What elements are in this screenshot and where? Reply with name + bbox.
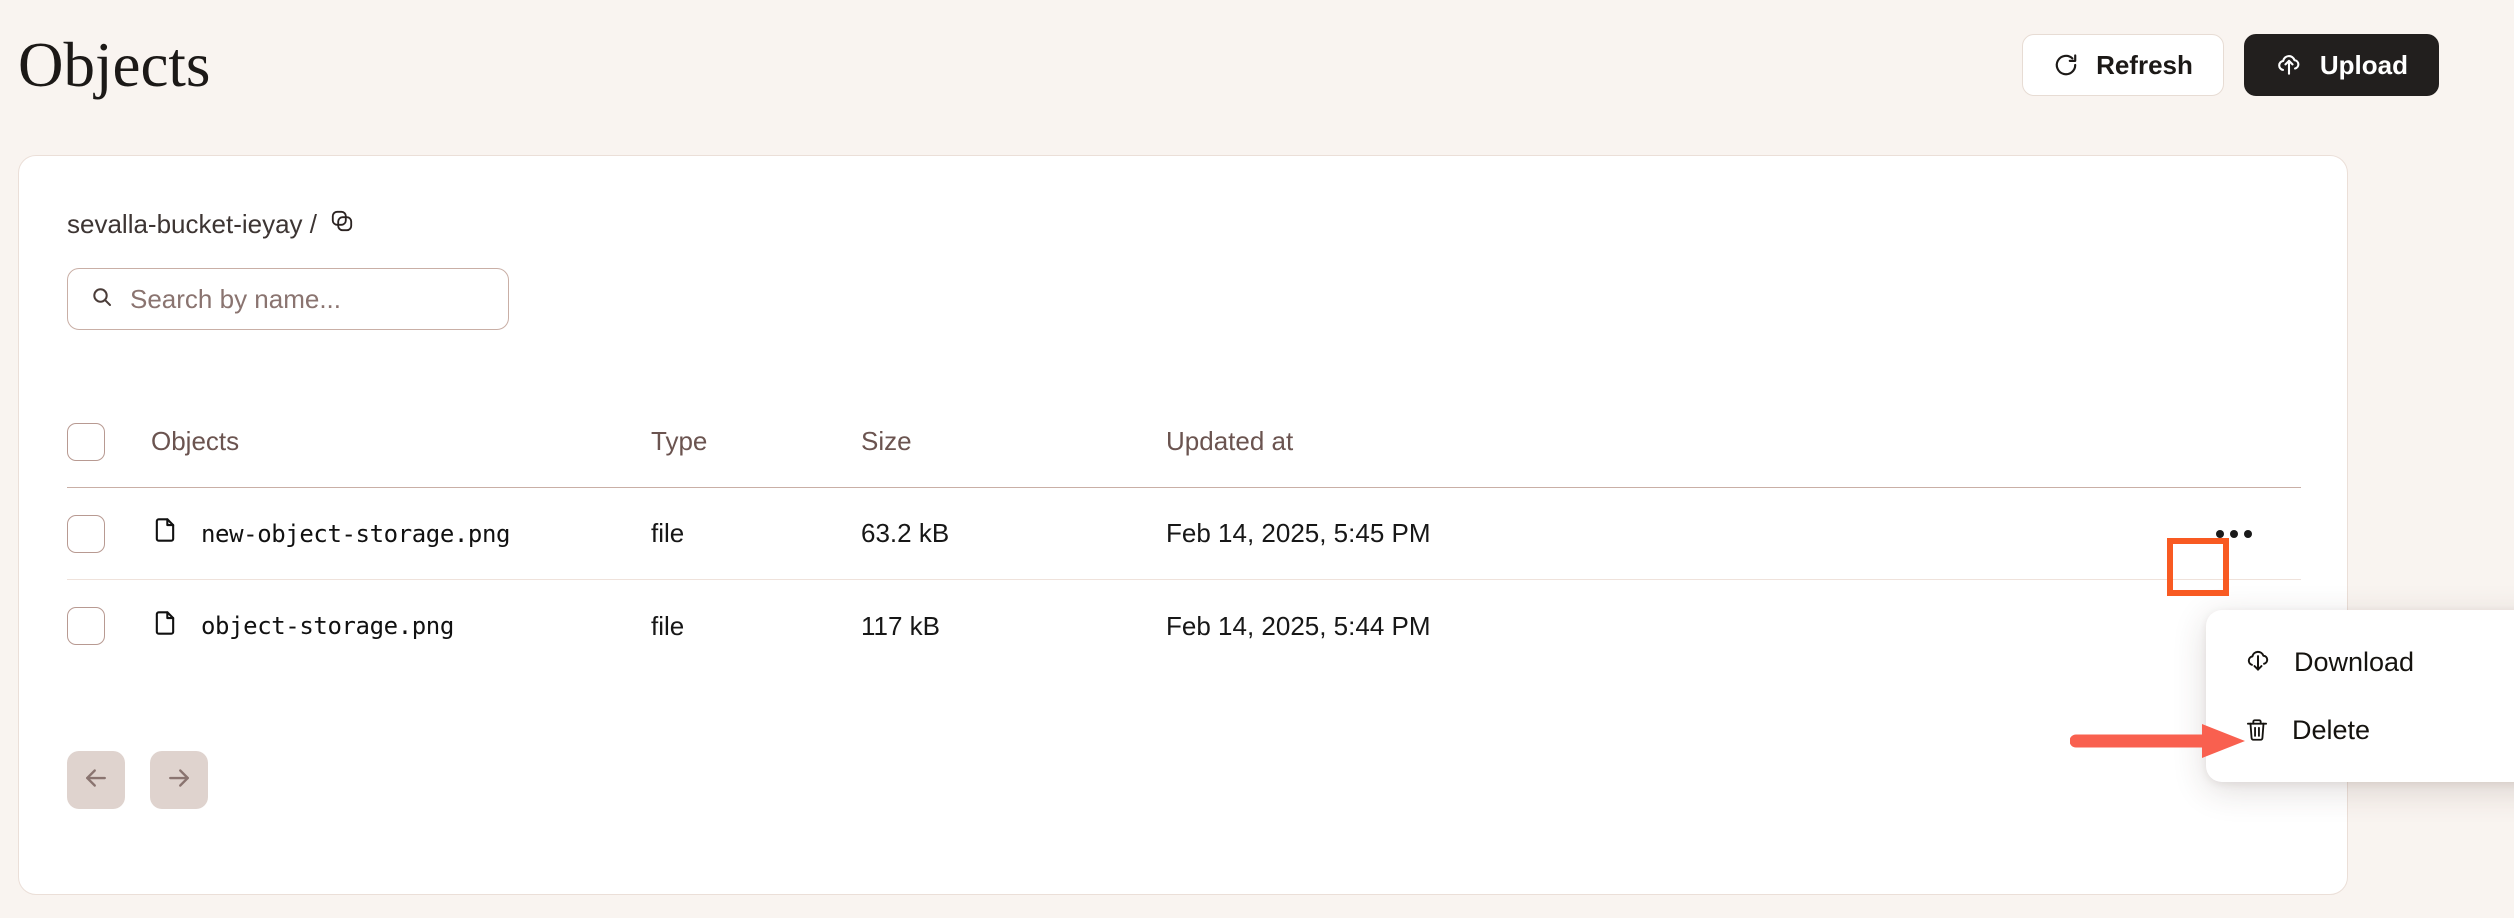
- objects-card: sevalla-bucket-ieyay / Objects Type Size: [18, 155, 2348, 895]
- refresh-icon: [2053, 52, 2079, 78]
- row-checkbox[interactable]: [67, 515, 105, 553]
- row-updated-at: Feb 14, 2025, 5:44 PM: [1166, 611, 2046, 642]
- table-row[interactable]: object-storage.png file 117 kB Feb 14, 2…: [67, 580, 2301, 672]
- breadcrumb: sevalla-bucket-ieyay /: [67, 208, 355, 241]
- kebab-dot: [2230, 530, 2238, 538]
- header-type: Type: [651, 426, 861, 457]
- row-select-cell: [67, 515, 151, 553]
- file-name: new-object-storage.png: [201, 520, 510, 548]
- header-updated-at: Updated at: [1166, 426, 2046, 457]
- objects-table: Objects Type Size Updated at new-object-…: [67, 396, 2301, 672]
- header-size: Size: [861, 426, 1166, 457]
- pagination-next-button[interactable]: [150, 751, 208, 809]
- file-name: object-storage.png: [201, 612, 454, 640]
- arrow-left-icon: [81, 763, 111, 798]
- menu-item-label: Delete: [2292, 715, 2370, 746]
- kebab-dot: [2244, 530, 2252, 538]
- breadcrumb-path: sevalla-bucket-ieyay /: [67, 209, 317, 240]
- search-icon: [90, 285, 114, 314]
- file-icon: [151, 516, 179, 551]
- kebab-dot: [2216, 530, 2224, 538]
- table-row[interactable]: new-object-storage.png file 63.2 kB Feb …: [67, 488, 2301, 580]
- copy-icon[interactable]: [329, 208, 355, 241]
- upload-button[interactable]: Upload: [2244, 34, 2439, 96]
- header-objects: Objects: [151, 426, 651, 457]
- menu-item-delete[interactable]: Delete: [2206, 696, 2514, 764]
- row-checkbox[interactable]: [67, 607, 105, 645]
- page-title: Objects: [18, 34, 210, 97]
- row-name-cell: new-object-storage.png: [151, 516, 651, 551]
- row-size: 63.2 kB: [861, 518, 1166, 549]
- select-all-cell: [67, 423, 151, 461]
- upload-button-label: Upload: [2320, 50, 2408, 81]
- row-actions-cell: [2046, 511, 2301, 557]
- row-updated-at: Feb 14, 2025, 5:45 PM: [1166, 518, 2046, 549]
- row-menu-button[interactable]: [2211, 511, 2257, 557]
- row-context-menu: Download Delete: [2206, 610, 2514, 782]
- row-select-cell: [67, 607, 151, 645]
- menu-item-download[interactable]: Download: [2206, 628, 2514, 696]
- search-box[interactable]: [67, 268, 509, 330]
- table-header-row: Objects Type Size Updated at: [67, 396, 2301, 488]
- row-name-cell: object-storage.png: [151, 609, 651, 644]
- search-input[interactable]: [130, 284, 486, 315]
- menu-item-label: Download: [2294, 647, 2414, 678]
- row-type: file: [651, 611, 861, 642]
- row-type: file: [651, 518, 861, 549]
- refresh-button[interactable]: Refresh: [2022, 34, 2224, 96]
- pagination-prev-button[interactable]: [67, 751, 125, 809]
- refresh-button-label: Refresh: [2096, 50, 2193, 81]
- pagination: [67, 751, 208, 809]
- select-all-checkbox[interactable]: [67, 423, 105, 461]
- trash-icon: [2244, 717, 2270, 743]
- cloud-download-icon: [2244, 648, 2272, 676]
- file-icon: [151, 609, 179, 644]
- arrow-right-icon: [164, 763, 194, 798]
- row-size: 117 kB: [861, 611, 1166, 642]
- page-header: Objects Refresh Upload: [0, 0, 2514, 130]
- cloud-upload-icon: [2275, 51, 2303, 79]
- header-actions: Refresh Upload: [2022, 34, 2439, 96]
